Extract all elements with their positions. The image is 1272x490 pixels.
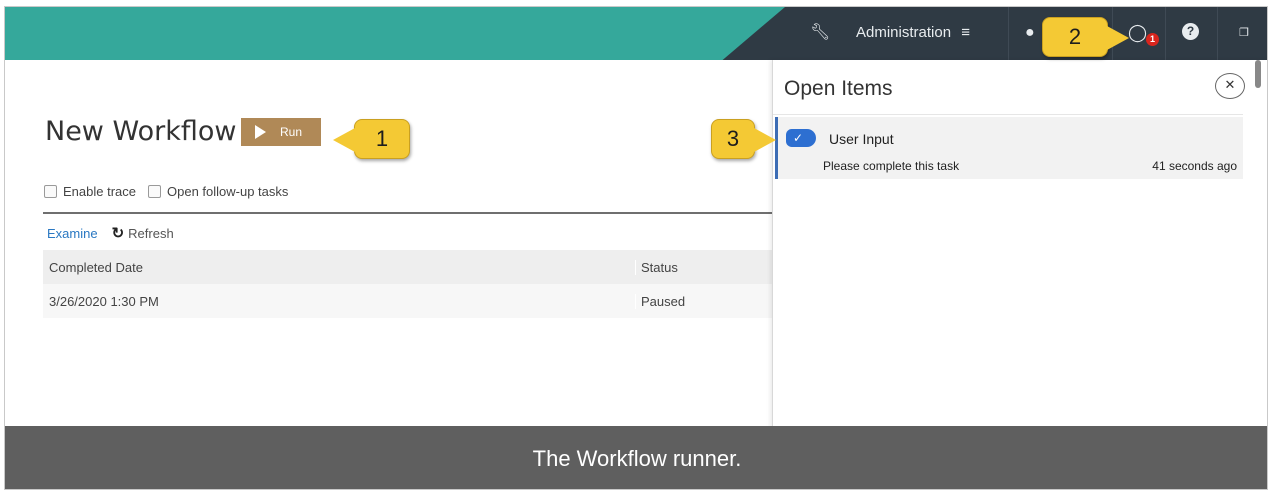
follow-up-tasks-label: Open follow-up tasks [167, 184, 289, 199]
screenshot-frame: 🔧︎ Administration ≡ ● ◯ 1 ? ❐ New Workfl… [4, 6, 1268, 490]
table-row[interactable]: 3/26/2020 1:30 PM Paused [43, 284, 773, 318]
callout-number: 2 [1068, 24, 1082, 49]
refresh-button[interactable]: ↻ Refresh [112, 224, 174, 242]
follow-up-tasks-checkbox[interactable]: Open follow-up tasks [148, 184, 288, 199]
play-icon [255, 125, 266, 139]
open-item[interactable]: ✓ User Input Please complete this task 4… [775, 117, 1243, 179]
refresh-icon: ↻ [111, 225, 125, 242]
item-title: User Input [829, 131, 894, 147]
page-title: New Workflow [45, 116, 237, 147]
item-timestamp: 41 seconds ago [1152, 159, 1237, 173]
column-header-completed-date[interactable]: Completed Date [43, 260, 635, 275]
separator [1217, 7, 1218, 60]
examine-link[interactable]: Examine [47, 226, 98, 241]
run-label: Run [280, 125, 303, 139]
close-icon[interactable]: ✕ [1215, 73, 1245, 99]
table-header: Completed Date Status [43, 250, 773, 284]
panel-title: Open Items [784, 77, 893, 100]
checkbox-box[interactable] [148, 185, 161, 198]
cell-completed-date: 3/26/2020 1:30 PM [49, 293, 159, 309]
callout-number: 3 [726, 126, 740, 151]
brand-band [5, 7, 785, 60]
panel-divider [773, 114, 1243, 115]
callout-2: 2 [1042, 17, 1129, 57]
administration-label: Administration [856, 24, 952, 41]
check-icon: ✓ [786, 129, 816, 147]
callout-number: 1 [375, 126, 389, 151]
callout-3: 3 [711, 119, 776, 159]
refresh-label: Refresh [128, 225, 174, 241]
separator [1008, 7, 1009, 60]
action-links: Examine ↻ Refresh [47, 224, 174, 242]
separator [1165, 7, 1166, 60]
menu-icon: ≡ [961, 24, 970, 41]
expand-icon[interactable]: ❐ [1239, 23, 1249, 43]
run-button[interactable]: Run [241, 118, 321, 146]
wrench-icon[interactable]: 🔧︎ [810, 23, 830, 43]
history-table: Completed Date Status 3/26/2020 1:30 PM … [43, 250, 773, 318]
cell-status: Paused [635, 293, 773, 309]
enable-trace-checkbox[interactable]: Enable trace [44, 184, 136, 199]
notification-badge: 1 [1146, 33, 1159, 46]
item-description: Please complete this task [823, 159, 960, 173]
caption: The Workflow runner. [5, 426, 1267, 489]
user-icon[interactable]: ● [1025, 23, 1035, 43]
chat-icon[interactable]: ◯ [1128, 23, 1147, 43]
administration-menu[interactable]: Administration ≡ [856, 24, 970, 41]
column-header-status[interactable]: Status [635, 259, 773, 275]
checkbox-box[interactable] [44, 185, 57, 198]
scrollbar[interactable] [1255, 60, 1261, 88]
section-divider [43, 212, 773, 214]
options-row: Enable trace Open follow-up tasks [44, 184, 288, 199]
enable-trace-label: Enable trace [63, 184, 136, 199]
callout-1: 1 [333, 119, 410, 159]
help-icon[interactable]: ? [1182, 23, 1199, 40]
